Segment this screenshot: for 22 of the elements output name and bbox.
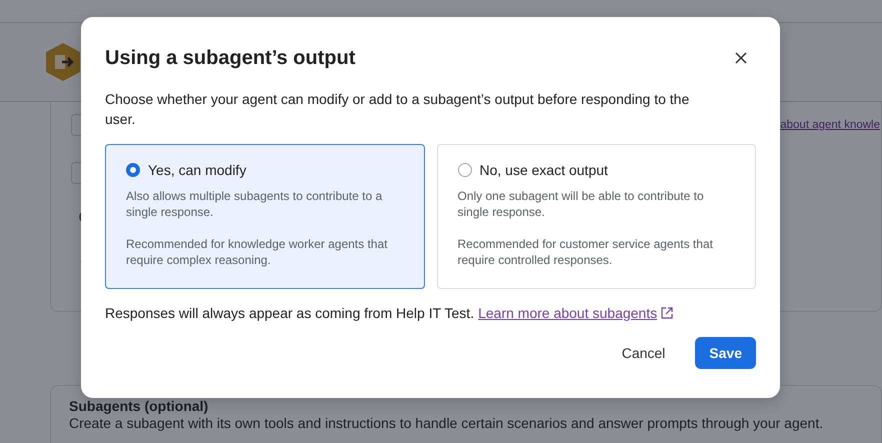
save-button[interactable]: Save — [695, 337, 756, 369]
option-recommendation: Recommended for customer service agents that require controlled responses. — [458, 236, 714, 268]
radio-button[interactable] — [126, 163, 140, 177]
option-description: Also allows multiple subagents to contribute to a single response. — [126, 188, 384, 220]
option-recommendation: Recommended for knowledge worker agents that require complex reasoning. — [126, 236, 388, 268]
option-card[interactable]: Yes, can modify Also allows multiple subagents to contribute to a single response. Recommended for knowledge worker agents that require complex reasoning. — [105, 144, 424, 289]
dialog-description: Choose whether your agent can modify or add to a subagent’s output before responding to the user. — [105, 90, 690, 129]
section-description: Create a subagent with its own tools and instructions to handle certain scenarios and answer prompts through your agent. — [69, 415, 824, 431]
option-card[interactable]: No, use exact output Only one subagent will be able to contribute to single response. Recommended for customer service agents that require controlled responses. — [436, 144, 756, 289]
option-label: Yes, can modify — [148, 162, 246, 178]
learn-more-link[interactable]: about agent knowle — [780, 119, 880, 131]
option-description: Only one subagent will be able to contribute to single response. — [458, 188, 705, 220]
cancel-button[interactable]: Cancel — [608, 337, 680, 369]
learn-more-link[interactable]: Learn more about subagents — [478, 305, 658, 321]
close-icon[interactable] — [734, 51, 748, 65]
external-link-icon — [661, 307, 674, 319]
footer-text: Responses will always appear as coming from Help IT Test. — [105, 305, 474, 321]
option-label: No, use exact output — [480, 162, 608, 178]
logo-icon — [45, 42, 81, 82]
section-title: Subagents (optional) — [69, 398, 210, 414]
radio-button[interactable] — [458, 163, 472, 177]
dialog-title: Using a subagent’s output — [105, 46, 356, 70]
